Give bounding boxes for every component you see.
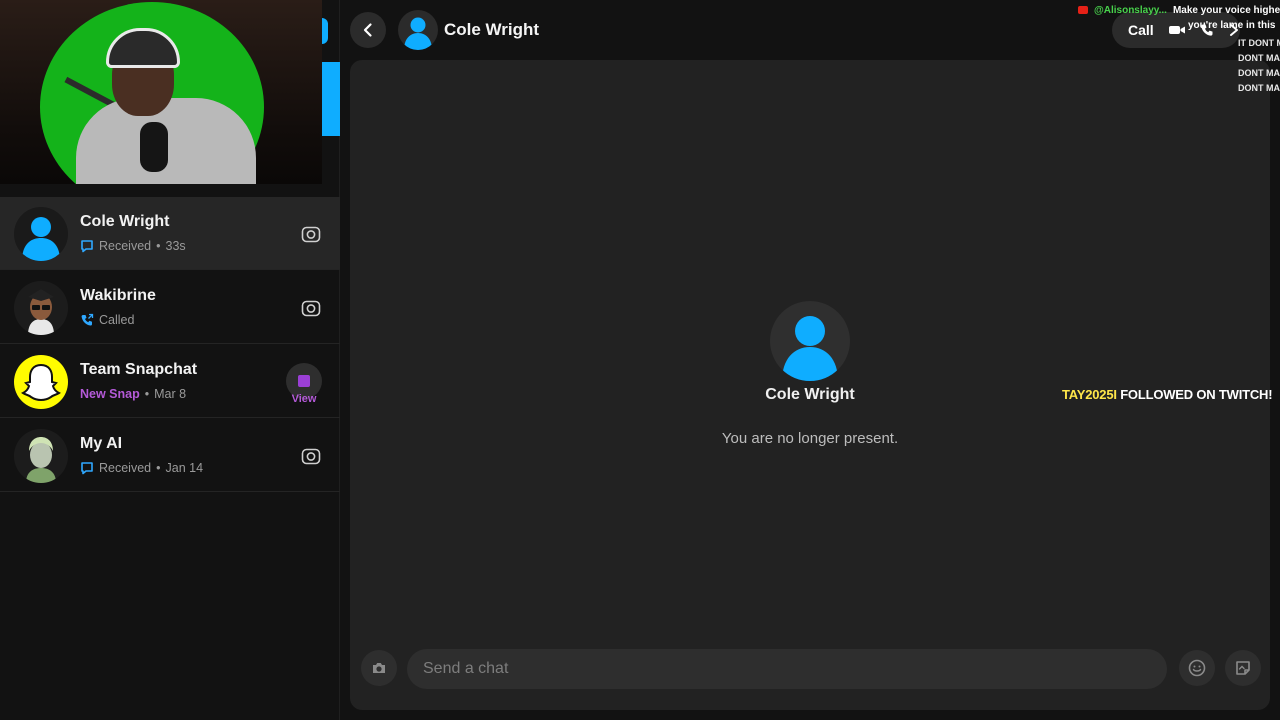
default-avatar-icon	[22, 217, 60, 261]
chat-status: New Snap • Mar 8	[80, 387, 186, 401]
chat-status: Called	[80, 313, 134, 327]
status-separator: •	[144, 387, 150, 401]
presence-notice: You are no longer present.	[721, 430, 899, 447]
chat-sidebar: Cole Wright Received • 33s Wakibrine Cal…	[0, 0, 340, 720]
stream-chat-line: you're lame in this	[1078, 18, 1280, 33]
chat-name: Wakibrine	[80, 287, 156, 304]
sidebar-accent-stripe	[322, 62, 340, 136]
avatar	[14, 207, 68, 261]
stream-chat-user: @Alisonslayy...	[1094, 5, 1167, 16]
status-text: Called	[99, 313, 135, 327]
phone-call-icon	[81, 313, 94, 326]
my-ai-avatar-icon	[14, 429, 68, 483]
avatar	[14, 355, 68, 409]
conversation-title[interactable]: Cole Wright	[444, 20, 539, 40]
chat-name: Team Snapchat	[80, 361, 198, 378]
status-time: Jan 14	[165, 461, 204, 475]
emoji-button[interactable]	[1179, 650, 1215, 686]
status-text: New Snap	[80, 387, 140, 401]
follow-alert-text: FOLLOWED ON TWITCH!	[1116, 387, 1273, 402]
camera-icon	[373, 663, 385, 673]
spam-line: IT DONT M	[1238, 38, 1280, 48]
sticker-button[interactable]	[1225, 650, 1261, 686]
back-button[interactable]	[350, 12, 386, 48]
youtube-icon	[1078, 6, 1088, 14]
chat-status: Received • 33s	[80, 239, 186, 253]
smiley-icon	[1188, 659, 1206, 677]
webcam-microphone	[140, 122, 168, 172]
chat-message-input[interactable]	[407, 649, 1167, 689]
twitch-follow-alert: TAY2025I FOLLOWED ON TWITCH!	[1062, 387, 1273, 402]
header-avatar[interactable]	[398, 10, 438, 50]
snap-square-icon	[298, 375, 310, 387]
chat-row-cole-wright[interactable]: Cole Wright Received • 33s	[0, 197, 340, 270]
chat-row-team-snapchat[interactable]: Team Snapchat New Snap • Mar 8 View	[0, 345, 340, 418]
contact-avatar[interactable]	[770, 301, 850, 381]
chat-bubble-icon	[81, 240, 93, 253]
bitmoji-avatar-icon	[14, 281, 68, 335]
avatar	[14, 429, 68, 483]
chat-row-my-ai[interactable]: My AI Received • Jan 14	[0, 419, 340, 492]
snapchat-ghost-icon	[21, 363, 61, 402]
follow-alert-user: TAY2025I	[1062, 387, 1117, 402]
stream-chat-message: Make your voice higher	[1172, 5, 1280, 16]
status-text: Received	[99, 239, 152, 253]
composer-camera-button[interactable]	[361, 650, 397, 686]
camera-icon[interactable]	[300, 223, 322, 245]
default-avatar-icon	[404, 17, 432, 50]
sticker-icon	[1236, 661, 1250, 675]
status-separator: •	[156, 461, 161, 475]
streamer-webcam	[0, 0, 322, 184]
chat-status: Received • Jan 14	[80, 461, 203, 475]
chat-row-wakibrine[interactable]: Wakibrine Called	[0, 271, 340, 344]
chat-panel: Cole Wright You are no longer present.	[350, 60, 1270, 710]
stream-chat-spam: IT DONT M DONT MA DONT MA DONT MA	[1238, 36, 1280, 96]
spam-line: DONT MA	[1238, 83, 1280, 93]
avatar	[14, 281, 68, 335]
sidebar-accent-top	[322, 18, 328, 44]
chat-name: Cole Wright	[80, 213, 170, 230]
camera-icon[interactable]	[300, 445, 322, 467]
status-time: 33s	[165, 239, 186, 253]
view-snap-label[interactable]: View	[286, 393, 322, 405]
status-text: Received	[99, 461, 152, 475]
stream-chat-message: you're lame in this	[1188, 20, 1276, 31]
default-avatar-icon	[782, 316, 838, 381]
chat-name: My AI	[80, 435, 123, 452]
status-separator: •	[156, 239, 161, 253]
spam-line: DONT MA	[1238, 53, 1280, 63]
stream-chat-overlay: @Alisonslayy... Make your voice higher y…	[1078, 3, 1280, 33]
status-time: Mar 8	[154, 387, 187, 401]
stream-chat-line: @Alisonslayy... Make your voice higher	[1078, 3, 1280, 18]
chevron-left-icon	[363, 23, 372, 37]
chat-bubble-icon	[81, 462, 93, 475]
spam-line: DONT MA	[1238, 68, 1280, 78]
camera-icon[interactable]	[300, 297, 322, 319]
